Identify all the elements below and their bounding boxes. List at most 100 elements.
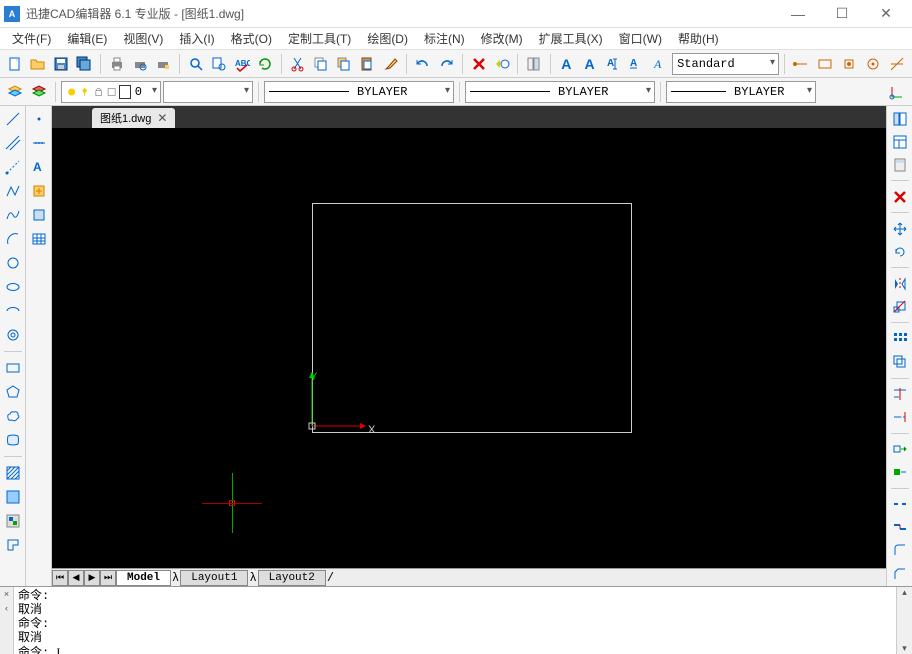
ucs-icon[interactable] [886, 81, 908, 103]
snap-midpoint-icon[interactable] [814, 53, 836, 75]
tab-layout1[interactable]: Layout1 [180, 570, 248, 586]
paste-icon[interactable] [357, 53, 378, 75]
trim-icon[interactable] [889, 384, 911, 405]
menu-extended-tools[interactable]: 扩展工具(X) [531, 28, 611, 49]
circle-icon[interactable] [2, 252, 24, 274]
layer-manager-icon[interactable] [4, 81, 26, 103]
array-icon[interactable] [889, 328, 911, 349]
table-style-icon[interactable]: A [626, 53, 647, 75]
gradient-icon[interactable] [2, 486, 24, 508]
tab-model[interactable]: Model [116, 570, 171, 586]
menu-format[interactable]: 格式(O) [223, 28, 280, 49]
boundary-icon[interactable] [2, 534, 24, 556]
close-button[interactable]: ✕ [864, 0, 908, 28]
command-scrollbar[interactable]: ▴ ▾ [896, 587, 912, 654]
document-tab[interactable]: 图纸1.dwg ✕ [92, 108, 175, 128]
multileader-style-icon[interactable]: A [649, 53, 670, 75]
menu-custom-tools[interactable]: 定制工具(T) [280, 28, 359, 49]
properties-icon[interactable] [889, 131, 911, 152]
plot-icon[interactable] [153, 53, 174, 75]
print-preview-icon[interactable] [129, 53, 150, 75]
construction-line-icon[interactable] [2, 132, 24, 154]
copy-icon[interactable] [310, 53, 331, 75]
spellcheck-icon[interactable]: ABC [231, 53, 252, 75]
copy2-icon[interactable] [334, 53, 355, 75]
menu-draw[interactable]: 绘图(D) [359, 28, 416, 49]
scale-icon[interactable] [889, 296, 911, 317]
lengthen-icon[interactable] [889, 462, 911, 483]
plotstyle-select[interactable]: BYLAYER [666, 81, 816, 103]
saveall-icon[interactable] [74, 53, 95, 75]
revcloud-icon[interactable] [2, 405, 24, 427]
arc-icon[interactable] [2, 228, 24, 250]
table-icon[interactable] [28, 228, 50, 250]
layer-filter-select[interactable] [163, 81, 253, 103]
hatch-icon[interactable] [2, 462, 24, 484]
polygon-icon[interactable] [2, 381, 24, 403]
new-file-icon[interactable] [4, 53, 25, 75]
scroll-down-icon[interactable]: ▾ [902, 643, 907, 654]
layer-states-icon[interactable] [28, 81, 50, 103]
ray-icon[interactable] [2, 156, 24, 178]
tab-layout2[interactable]: Layout2 [258, 570, 326, 586]
brush-icon[interactable] [380, 53, 401, 75]
lineweight-select[interactable]: BYLAYER [465, 81, 655, 103]
layer-select[interactable]: 0 [61, 81, 161, 103]
snap-intersection-icon[interactable] [862, 53, 884, 75]
document-tab-close-icon[interactable]: ✕ [157, 111, 167, 125]
maximize-button[interactable]: ☐ [820, 0, 864, 28]
extend-icon[interactable] [889, 407, 911, 428]
cut-icon[interactable] [287, 53, 308, 75]
divide-icon[interactable] [28, 132, 50, 154]
find-icon[interactable] [185, 53, 206, 75]
layout-nav-next[interactable]: ▶ [84, 570, 100, 586]
menu-modify[interactable]: 修改(M) [473, 28, 531, 49]
snap-extension-icon[interactable] [886, 53, 908, 75]
snap-perpendicular-icon[interactable] [838, 53, 860, 75]
donut-icon[interactable] [2, 324, 24, 346]
line-icon[interactable] [2, 108, 24, 130]
offset-icon[interactable] [889, 352, 911, 373]
text-style-a2-icon[interactable]: A [579, 53, 600, 75]
move-icon[interactable] [889, 218, 911, 239]
delete-icon[interactable] [468, 53, 489, 75]
menu-edit[interactable]: 编辑(E) [59, 28, 115, 49]
viewport[interactable]: Y X [52, 128, 886, 568]
layout-nav-first[interactable]: ⏮ [52, 570, 68, 586]
polyline-icon[interactable] [2, 180, 24, 202]
break-icon[interactable] [889, 494, 911, 515]
menu-window[interactable]: 窗口(W) [611, 28, 670, 49]
print-icon[interactable] [106, 53, 127, 75]
ellipse-arc-icon[interactable] [2, 300, 24, 322]
open-file-icon[interactable] [27, 53, 48, 75]
block-make-icon[interactable] [28, 204, 50, 226]
dim-style-icon[interactable]: A [602, 53, 623, 75]
menu-view[interactable]: 视图(V) [115, 28, 171, 49]
menu-insert[interactable]: 插入(I) [171, 28, 222, 49]
menu-dimension[interactable]: 标注(N) [416, 28, 473, 49]
text-style-select[interactable]: Standard [672, 53, 779, 75]
rectangle-icon[interactable] [2, 357, 24, 379]
mirror-icon[interactable] [889, 273, 911, 294]
region-icon[interactable] [2, 510, 24, 532]
save-icon[interactable] [51, 53, 72, 75]
block-insert-icon[interactable] [28, 180, 50, 202]
explorer-icon[interactable] [889, 108, 911, 129]
command-toggle[interactable]: × ‹ [0, 587, 14, 654]
undo-icon[interactable] [412, 53, 433, 75]
spline-icon[interactable] [2, 204, 24, 226]
text-style-a1-icon[interactable]: A [556, 53, 577, 75]
layout-nav-prev[interactable]: ◀ [68, 570, 84, 586]
tool-palette-icon[interactable] [523, 53, 544, 75]
redo-icon[interactable] [436, 53, 457, 75]
point-icon[interactable] [28, 108, 50, 130]
snap-endpoint-icon[interactable] [790, 53, 812, 75]
join-icon[interactable] [889, 517, 911, 538]
minimize-button[interactable]: — [776, 0, 820, 28]
layout-nav-last[interactable]: ⏭ [100, 570, 116, 586]
scroll-up-icon[interactable]: ▴ [902, 587, 907, 598]
wipeout-icon[interactable] [2, 429, 24, 451]
linetype-select[interactable]: BYLAYER [264, 81, 454, 103]
ellipse-icon[interactable] [2, 276, 24, 298]
stretch-icon[interactable] [889, 439, 911, 460]
